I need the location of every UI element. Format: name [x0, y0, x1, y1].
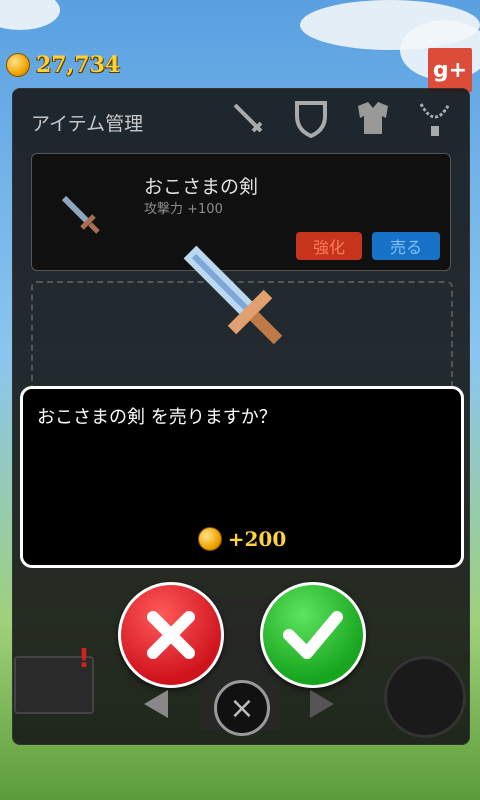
selected-sword-icon: [183, 245, 283, 345]
price-amount: +200: [227, 527, 287, 551]
close-button[interactable]: ×: [214, 680, 270, 736]
alert-icon: !: [78, 644, 90, 674]
prev-arrow-icon[interactable]: [144, 690, 168, 718]
small-sword-icon: [61, 195, 100, 234]
next-arrow-icon[interactable]: [310, 690, 334, 718]
gold-counter: 27,734: [6, 52, 120, 78]
close-icon: ×: [229, 690, 255, 726]
tab-shield[interactable]: [291, 99, 331, 139]
knight-icon[interactable]: [384, 656, 466, 738]
panel-title: アイテム管理: [31, 113, 144, 135]
sword-icon: [233, 103, 263, 133]
confirm-button[interactable]: [260, 582, 366, 688]
sell-button[interactable]: 売る: [372, 232, 440, 260]
armor-icon: [358, 102, 388, 134]
tab-weapon[interactable]: [229, 99, 269, 139]
necklace-icon: [419, 103, 451, 136]
enhance-button[interactable]: 強化: [296, 232, 362, 260]
gold-amount: 27,734: [36, 52, 121, 78]
x-icon: [147, 611, 195, 659]
tab-armor[interactable]: [353, 99, 393, 139]
item-stat: 攻撃力 +100: [144, 202, 223, 217]
sell-confirm-dialog: おこさまの剣 を売りますか？ +200: [20, 386, 464, 568]
google-plus-icon: g+: [432, 57, 468, 83]
check-icon: [283, 611, 343, 659]
item-name: おこさまの剣: [144, 176, 259, 198]
sell-price: +200: [23, 527, 461, 551]
category-tabs: [229, 99, 455, 139]
cancel-button[interactable]: [118, 582, 224, 688]
coin-icon: [197, 527, 222, 551]
google-plus-button[interactable]: g+: [428, 48, 472, 92]
tab-accessory[interactable]: [415, 99, 455, 139]
dialog-message: おこさまの剣 を売りますか？: [37, 407, 277, 428]
shield-icon: [295, 101, 327, 138]
coin-icon: [6, 53, 30, 77]
